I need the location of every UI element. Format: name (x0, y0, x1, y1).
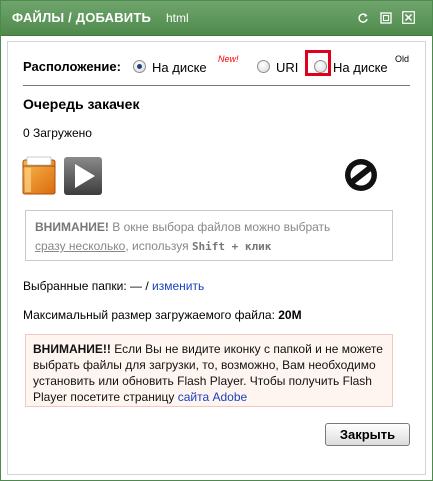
change-folder-link[interactable]: изменить (152, 279, 204, 293)
notice-text: В окне выбора файлов можно выбрать (108, 220, 331, 234)
play-icon[interactable] (63, 156, 103, 196)
option-disk-old-label[interactable]: На диске (333, 60, 388, 75)
close-icon[interactable] (401, 10, 416, 25)
cancel-icon[interactable] (343, 157, 379, 193)
refresh-icon[interactable] (355, 10, 370, 25)
location-label: Расположение: (23, 59, 121, 74)
location-selector: Расположение: На диске New! URI На диске… (23, 54, 418, 76)
divider (23, 85, 410, 86)
maximize-icon[interactable] (378, 10, 393, 25)
queue-title: Очередь закачек (23, 96, 140, 112)
close-button[interactable]: Закрыть (325, 423, 410, 446)
notice-underlined: сразу несколько (35, 239, 126, 253)
max-size-label: Максимальный размер загружаемого файла: (23, 308, 279, 322)
window-title: ФАЙЛЫ / ДОБАВИТЬ (12, 10, 152, 25)
max-size-value: 20M (278, 308, 302, 322)
new-badge: New! (218, 54, 239, 64)
option-disk-new-label[interactable]: На диске (152, 60, 207, 75)
window-subtitle: html (166, 11, 189, 25)
shortcut-hint: Shift + клик (191, 240, 272, 253)
adobe-link[interactable]: сайта Adobe (178, 390, 247, 404)
loaded-count: 0 Загружено (23, 126, 92, 140)
option-uri-label[interactable]: URI (276, 60, 298, 75)
flash-warning-bold: ВНИМАНИЕ!! (33, 342, 111, 356)
folders-label: Выбранные папки: — / (23, 279, 153, 293)
title-bar[interactable]: ФАЙЛЫ / ДОБАВИТЬ html (1, 1, 432, 36)
radio-uri[interactable] (257, 60, 270, 73)
notice-bold: ВНИМАНИЕ! (35, 220, 109, 234)
old-badge: Old (395, 54, 410, 64)
radio-disk-new[interactable] (133, 60, 146, 73)
notice-text-2: , используя (125, 239, 192, 253)
highlight-marker (305, 50, 331, 76)
multi-select-notice: ВНИМАНИЕ! В окне выбора файлов можно выб… (25, 210, 393, 261)
selected-folders: Выбранные папки: — / изменить (23, 279, 204, 293)
max-file-size: Максимальный размер загружаемого файла: … (23, 308, 302, 322)
folder-icon[interactable] (21, 156, 59, 196)
flash-warning: ВНИМАНИЕ!! Если Вы не видите иконку с па… (25, 334, 393, 407)
